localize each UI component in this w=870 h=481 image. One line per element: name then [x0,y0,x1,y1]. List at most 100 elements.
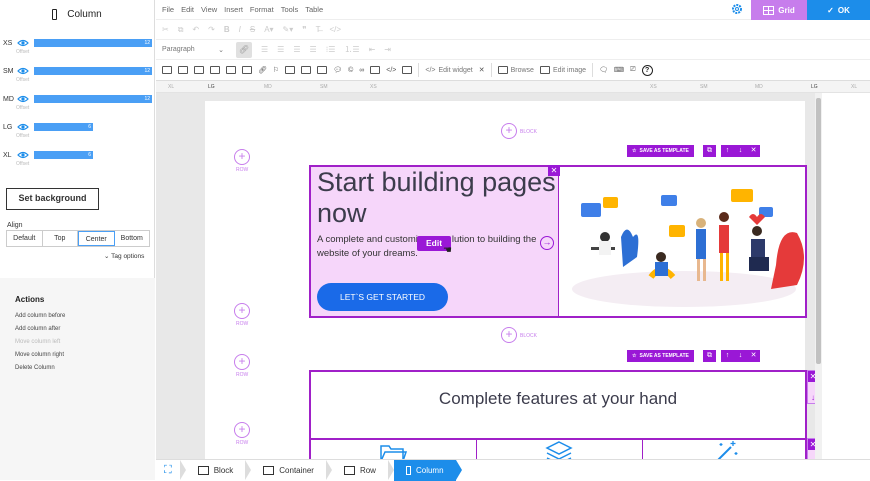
align-right-icon[interactable]: ☰ [293,45,300,54]
undo-icon[interactable]: ↶ [192,25,199,34]
add-column-after-action[interactable]: Add column after [15,326,60,332]
add-row-button[interactable]: + [234,422,250,438]
span-slider[interactable]: 6 [34,123,93,131]
copy-icon[interactable]: ⧉ [178,25,184,35]
card-icon[interactable] [285,66,296,74]
features-icons-row[interactable] [309,438,807,459]
span-slider[interactable]: 6 [34,151,93,159]
span-slider[interactable]: 12 [34,95,152,103]
align-left-icon[interactable]: ☰ [261,45,268,54]
menu-view[interactable]: View [201,5,217,14]
get-started-button[interactable]: LET`S GET STARTED [317,283,448,311]
move-up-icon[interactable]: ↑ [721,145,734,157]
eye-icon[interactable] [17,123,29,131]
move-column-right-action[interactable]: Move column right [15,352,64,358]
text-color-icon[interactable]: A▾ [264,25,273,34]
outdent-icon[interactable]: ⇤ [369,45,376,54]
grid-button[interactable]: Grid [751,0,807,20]
align-center-button[interactable]: Center [78,231,115,246]
add-row-button[interactable]: + [234,354,250,370]
link-button[interactable]: 🔗︎ [236,41,252,58]
tag-options-toggle[interactable]: ⌄ Tag options [104,252,144,260]
image-icon[interactable] [162,66,172,74]
close-icon[interactable]: ✕ [479,66,485,74]
link-insert-icon[interactable]: 🔗︎ [258,66,267,74]
eye-icon[interactable] [17,151,29,159]
menu-tools[interactable]: Tools [281,5,299,14]
clear-format-icon[interactable]: T̶ [316,25,321,34]
add-block-button[interactable]: + [501,123,517,139]
close-icon[interactable]: ✕ [548,165,560,176]
html-icon[interactable]: </> [386,67,396,74]
duplicate-icon[interactable]: ⧉ [703,145,716,157]
align-top-button[interactable]: Top [43,231,78,246]
gear-icon[interactable] [730,2,744,16]
tabs-icon[interactable] [317,66,328,74]
align-default-button[interactable]: Default [7,231,43,246]
shortcuts-icon[interactable]: ⌨ [614,66,624,74]
cut-icon[interactable]: ✂ [162,25,169,34]
features-heading-row[interactable]: Complete features at your hand [309,370,807,438]
duplicate-icon[interactable]: ⧉ [703,350,716,362]
paragraph-select[interactable]: Paragraph ⌄ [162,43,227,57]
align-center-icon[interactable]: ☰ [277,45,284,54]
span-slider[interactable]: 12 [34,67,152,75]
numbered-list-icon[interactable]: ⒈☰ [344,44,359,55]
add-column-before-action[interactable]: Add column before [15,313,65,319]
redo-icon[interactable]: ↷ [208,25,215,34]
breadcrumb-block[interactable]: Block [186,460,246,481]
feature-column[interactable] [643,440,805,459]
breadcrumb-container[interactable]: Container [251,460,326,481]
feature-column[interactable] [477,440,643,459]
gallery-icon[interactable] [178,66,188,74]
add-block-button[interactable]: + [501,327,517,343]
close-icon[interactable]: ✕ [747,350,760,362]
hero-heading[interactable]: Start building pages now [317,167,557,229]
preview-icon[interactable]: ⎚ [630,66,636,74]
span-slider[interactable]: 12 [34,39,152,47]
save-as-template-button[interactable]: ☆ SAVE AS TEMPLATE [627,145,694,157]
edit-image-button[interactable]: Edit image [539,66,586,74]
layers-icon[interactable] [194,66,204,74]
quote-icon[interactable]: ❞ [302,25,306,34]
bold-icon[interactable]: B [224,25,230,34]
browse-button[interactable]: Browse [497,66,534,74]
code-icon[interactable]: </> [329,25,341,34]
breadcrumb-row[interactable]: Row [332,460,388,481]
add-row-button[interactable]: + [234,303,250,319]
panel-icon[interactable] [301,66,312,74]
delete-column-action[interactable]: Delete Column [15,365,55,371]
menu-edit[interactable]: Edit [181,5,194,14]
scrollbar-thumb[interactable] [816,98,821,364]
align-bottom-button[interactable]: Bottom [115,231,150,246]
save-as-template-button[interactable]: ☆ SAVE AS TEMPLATE [627,350,694,362]
features-heading[interactable]: Complete features at your hand [311,389,805,409]
table-icon[interactable] [242,66,252,74]
indent-icon[interactable]: ⇥ [384,45,391,54]
hero-row[interactable]: Start building pages now A complete and … [309,165,807,318]
vertical-scrollbar[interactable] [815,93,822,459]
close-icon[interactable]: ✕ [747,145,760,157]
add-row-button[interactable]: + [234,149,250,165]
widget-grid-icon[interactable] [402,66,413,74]
move-down-icon[interactable]: ↓ [734,145,747,157]
menu-insert[interactable]: Insert [224,5,243,14]
speech-bubble-icon[interactable]: 💬︎ [333,66,342,74]
copyright-icon[interactable]: © [348,67,353,74]
highlight-icon[interactable]: ✎▾ [283,25,294,34]
edit-widget-button[interactable]: </> Edit widget [425,67,472,74]
menu-format[interactable]: Format [250,5,274,14]
hero-text-column[interactable]: Start building pages now A complete and … [311,167,559,316]
move-up-icon[interactable]: ↑ [721,350,734,362]
video-icon[interactable] [226,66,236,74]
italic-icon[interactable]: I [239,25,241,34]
help-icon[interactable]: ? [641,64,653,76]
arrow-right-icon[interactable]: → [540,236,554,250]
bullet-list-icon[interactable]: ⁝☰ [326,45,336,54]
menu-file[interactable]: File [162,5,174,14]
eye-icon[interactable] [17,95,29,103]
move-down-icon[interactable]: ↓ [734,350,747,362]
form-icon[interactable] [370,66,381,74]
bookmark-icon[interactable]: ⚐ [273,66,279,74]
menu-table[interactable]: Table [305,5,323,14]
